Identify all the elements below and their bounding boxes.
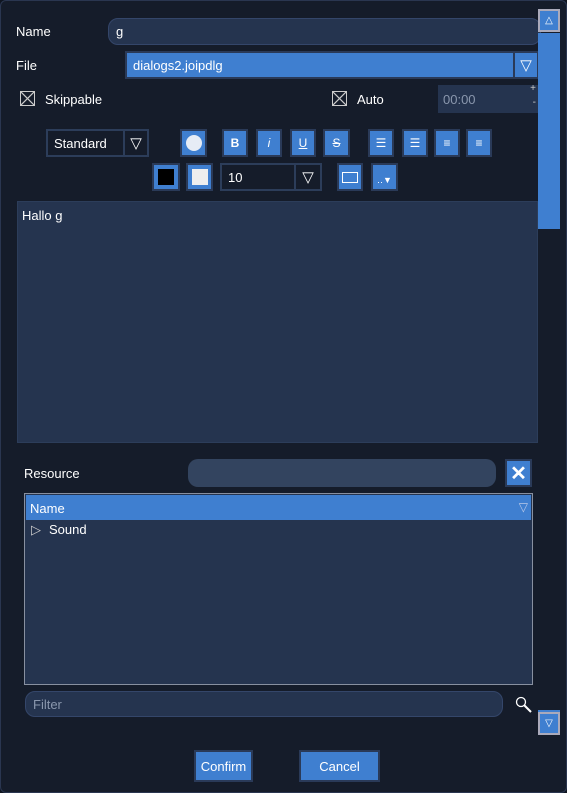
background-color-button[interactable] [186, 163, 213, 191]
auto-checkbox[interactable] [332, 91, 347, 106]
name-label: Name [16, 24, 51, 39]
dialog-window: Name g File dialogs2.joipdlg ▽ Skippable… [0, 0, 567, 793]
align-right-button[interactable]: ≡ [434, 129, 460, 157]
more-button[interactable]: ‥▼ [371, 163, 398, 191]
cancel-button[interactable]: Cancel [299, 750, 380, 782]
scrollbar-thumb[interactable] [538, 33, 560, 229]
file-value: dialogs2.joipdlg [133, 57, 223, 73]
time-spinbox[interactable]: 00:00 + - [438, 83, 538, 113]
style-value: Standard [54, 135, 107, 151]
confirm-button[interactable]: Confirm [194, 750, 253, 782]
resource-label: Resource [24, 466, 80, 481]
bold-button[interactable]: B [222, 129, 248, 157]
skippable-checkbox[interactable] [20, 91, 35, 106]
chevron-down-icon[interactable]: ▽ [123, 131, 147, 155]
scroll-down-button[interactable]: ▽ [538, 712, 560, 735]
time-value: 00:00 [443, 92, 476, 107]
clear-resource-button[interactable]: ✕ [505, 459, 532, 487]
tree-header-name[interactable]: Name ▽ [26, 495, 531, 520]
strikethrough-button[interactable]: S [323, 129, 350, 157]
editor-text: Hallo g [22, 208, 63, 223]
more-dropdown-icon: ‥▼ [377, 174, 392, 185]
chevron-down-icon: ▽ [545, 718, 553, 729]
color-swatch-white [191, 169, 208, 185]
tree-item[interactable]: ▷ Sound [31, 522, 87, 538]
color-swatch-black [158, 169, 174, 185]
resource-tree[interactable]: Name ▽ ▷ Sound [24, 493, 533, 685]
file-label: File [16, 58, 37, 73]
filter-input[interactable]: Filter [25, 691, 503, 717]
file-combobox[interactable]: dialogs2.joipdlg ▽ [125, 51, 539, 79]
name-input[interactable]: g [108, 18, 541, 45]
skippable-label: Skippable [45, 92, 103, 107]
tree-item-label: Sound [49, 522, 87, 537]
globe-icon [185, 135, 202, 151]
style-combobox[interactable]: Standard ▽ [46, 129, 149, 157]
bullet-list-button[interactable]: ☰ [368, 129, 394, 157]
increment-icon[interactable]: + [530, 83, 536, 94]
resource-input[interactable] [188, 459, 496, 487]
search-icon[interactable] [515, 696, 533, 714]
name-input-value: g [116, 24, 124, 39]
numbered-list-button[interactable]: ☰ [402, 129, 428, 157]
indent-button[interactable]: ≡ [466, 129, 492, 157]
filter-placeholder: Filter [33, 696, 62, 712]
italic-button[interactable]: i [256, 129, 282, 157]
text-color-button[interactable] [152, 163, 180, 191]
underline-button[interactable]: U [290, 129, 316, 157]
scroll-up-button[interactable]: △ [538, 9, 560, 32]
image-icon [342, 171, 358, 183]
insert-image-button[interactable] [337, 163, 363, 191]
auto-label: Auto [357, 92, 384, 107]
language-button[interactable] [180, 129, 207, 157]
bullet-list-icon: ☰ [375, 136, 387, 150]
tree-header-label: Name [30, 501, 65, 516]
numbered-list-icon: ☰ [409, 136, 421, 150]
font-size-value: 10 [228, 169, 243, 185]
decrement-icon[interactable]: - [533, 97, 536, 108]
font-size-combobox[interactable]: 10 ▽ [220, 163, 322, 191]
align-icon: ≡ [443, 136, 451, 150]
expand-icon[interactable]: ▷ [31, 522, 41, 537]
chevron-down-icon[interactable]: ▽ [294, 165, 320, 189]
check-x-icon [21, 92, 34, 105]
close-icon: ✕ [510, 462, 527, 485]
sort-icon: ▽ [518, 500, 528, 514]
indent-icon: ≡ [475, 136, 483, 150]
check-x-icon [333, 92, 346, 105]
text-editor[interactable]: Hallo g [17, 201, 538, 443]
chevron-down-icon[interactable]: ▽ [513, 53, 537, 77]
chevron-up-icon: △ [545, 15, 553, 26]
